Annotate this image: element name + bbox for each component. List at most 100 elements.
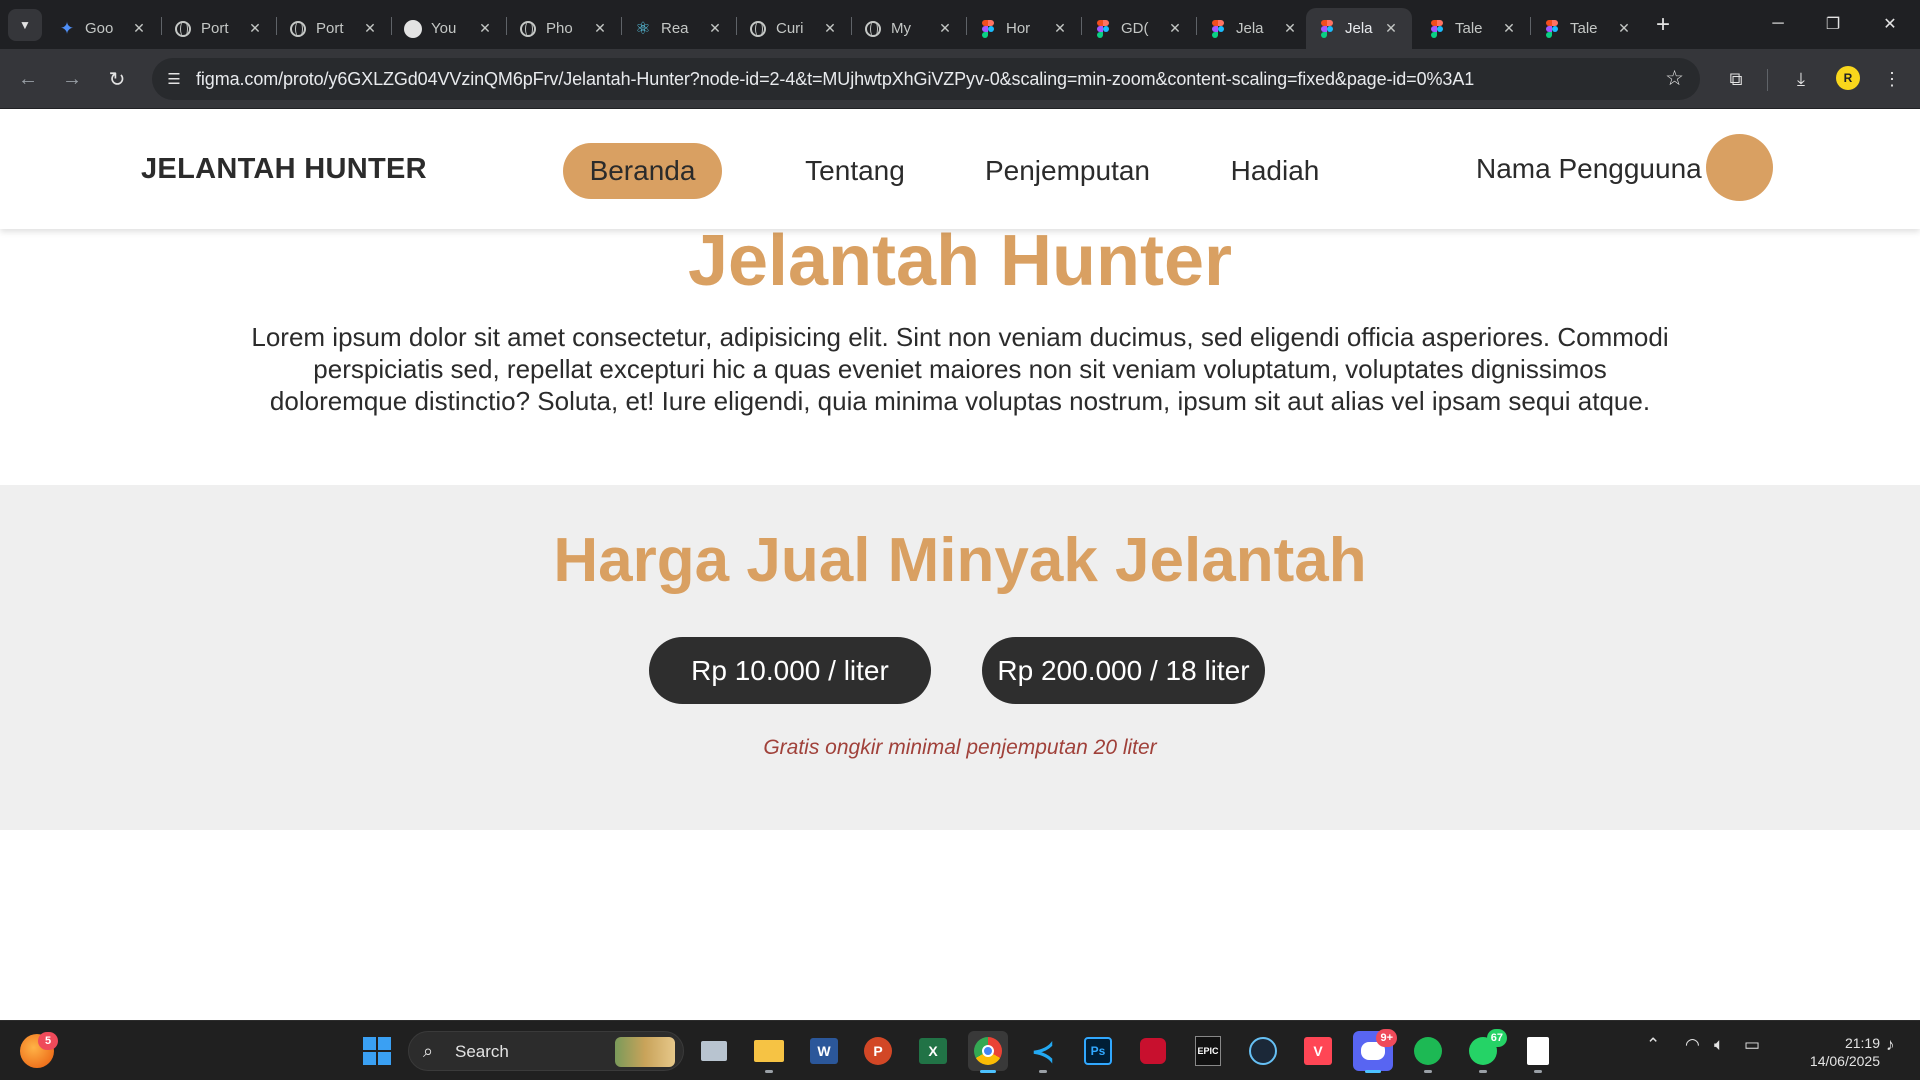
figma-icon	[1209, 19, 1227, 38]
taskbar-search[interactable]: ⌕ Search	[408, 1031, 684, 1071]
file-explorer-icon[interactable]	[749, 1031, 789, 1073]
browser-tab[interactable]: Jela ✕	[1197, 8, 1311, 49]
volume-icon[interactable]: 🔈︎	[1714, 1035, 1724, 1055]
close-icon[interactable]: ✕	[476, 20, 494, 37]
windows-taskbar: 5 ⌕ Search W P X ≺ Ps EPIC V 9+ 67 ⌃ ◠ 🔈…	[0, 1020, 1920, 1080]
vscode-icon[interactable]: ≺	[1023, 1031, 1063, 1073]
chrome-icon[interactable]	[968, 1031, 1008, 1073]
powerpoint-icon[interactable]: P	[858, 1031, 898, 1071]
close-icon[interactable]: ✕	[1166, 20, 1184, 37]
browser-tab[interactable]: ✦ Goo ✕	[46, 8, 160, 49]
forward-icon[interactable]: →	[56, 63, 88, 95]
firefox-icon[interactable]: 5	[20, 1032, 58, 1068]
back-icon[interactable]: ←	[12, 63, 44, 95]
spotify-icon[interactable]	[1408, 1031, 1448, 1073]
tab-label: Port	[201, 20, 229, 37]
discord-icon[interactable]: 9+	[1353, 1029, 1397, 1073]
browser-tab[interactable]: Curi ✕	[737, 8, 851, 49]
tab-label: Hor	[1006, 20, 1031, 37]
word-icon[interactable]: W	[804, 1031, 844, 1071]
notepad-icon[interactable]	[1518, 1031, 1558, 1073]
chevron-up-icon[interactable]: ⌃	[1646, 1035, 1660, 1055]
browser-tab[interactable]: Hor ✕	[967, 8, 1081, 49]
wifi-icon[interactable]: ◠	[1685, 1035, 1700, 1055]
close-icon[interactable]: ✕	[821, 20, 839, 37]
globe-icon	[174, 20, 192, 38]
browser-tab[interactable]: Tale ✕	[1416, 8, 1530, 49]
close-icon[interactable]: ✕	[130, 20, 148, 37]
site-info-icon[interactable]: ☰	[162, 67, 186, 91]
username[interactable]: Nama Pengguuna	[1476, 153, 1702, 185]
epic-games-icon[interactable]: EPIC	[1188, 1031, 1228, 1071]
restore-icon[interactable]: ❐	[1813, 8, 1853, 40]
bookmark-star-icon[interactable]: ☆	[1665, 66, 1684, 91]
price-per-18-liter-button[interactable]: Rp 200.000 / 18 liter	[982, 637, 1265, 704]
close-icon[interactable]: ✕	[1281, 20, 1299, 37]
window-close-icon[interactable]: ✕	[1870, 8, 1910, 40]
minimize-icon[interactable]: ─	[1758, 8, 1798, 40]
start-button[interactable]	[357, 1031, 397, 1071]
user-avatar[interactable]	[1706, 134, 1773, 201]
tab-label: Rea	[661, 20, 689, 37]
nav-tentang[interactable]: Tentang	[785, 143, 925, 199]
clock-date: 14/06/2025	[1809, 1053, 1880, 1069]
excel-icon[interactable]: X	[913, 1031, 953, 1071]
battery-icon[interactable]: ▭	[1744, 1035, 1760, 1055]
github-icon	[404, 19, 422, 38]
globe-icon	[864, 20, 882, 38]
profile-avatar[interactable]: R	[1836, 66, 1860, 90]
photoshop-icon[interactable]: Ps	[1078, 1031, 1118, 1071]
valorant-icon[interactable]: V	[1298, 1031, 1338, 1071]
nav-penjemputan[interactable]: Penjemputan	[975, 143, 1160, 199]
close-icon[interactable]: ✕	[706, 20, 724, 37]
extensions-icon[interactable]: ⧉	[1720, 63, 1752, 95]
browser-tab[interactable]: My ✕	[852, 8, 966, 49]
task-view-icon[interactable]	[694, 1031, 734, 1071]
close-icon[interactable]: ✕	[246, 20, 264, 37]
figma-icon	[1094, 19, 1112, 38]
globe-icon	[519, 20, 537, 38]
browser-tab[interactable]: Tale ✕	[1531, 8, 1645, 49]
brand-logo[interactable]: JELANTAH HUNTER	[141, 153, 427, 186]
tab-label: Port	[316, 20, 344, 37]
nav-beranda[interactable]: Beranda	[563, 143, 722, 199]
nav-hadiah[interactable]: Hadiah	[1205, 143, 1345, 199]
tab-label: Tale	[1570, 20, 1598, 37]
toolbar-divider	[1767, 69, 1768, 91]
close-icon[interactable]: ✕	[1615, 20, 1633, 37]
close-icon[interactable]: ✕	[591, 20, 609, 37]
browser-tab[interactable]: You ✕	[392, 8, 506, 49]
menu-kebab-icon[interactable]: ⋮	[1876, 63, 1908, 95]
browser-toolbar: ← → ↻ ☰ figma.com/proto/y6GXLZGd04VVzinQ…	[0, 49, 1920, 109]
tab-label: Tale	[1455, 20, 1483, 37]
browser-tab[interactable]: GD( ✕	[1082, 8, 1196, 49]
close-icon[interactable]: ✕	[1382, 20, 1400, 37]
whatsapp-icon[interactable]: 67	[1463, 1029, 1507, 1073]
url-text[interactable]: figma.com/proto/y6GXLZGd04VVzinQM6pFrv/J…	[196, 69, 1474, 90]
close-icon[interactable]: ✕	[361, 20, 379, 37]
new-tab-button[interactable]: +	[1650, 11, 1676, 38]
tab-search-button[interactable]: ▼	[8, 9, 42, 41]
download-icon[interactable]: ⤓	[1785, 63, 1817, 95]
price-per-liter-button[interactable]: Rp 10.000 / liter	[649, 637, 931, 704]
windows-icon	[363, 1037, 391, 1065]
tab-label: GD(	[1121, 20, 1149, 37]
address-bar[interactable]: ☰ figma.com/proto/y6GXLZGd04VVzinQM6pFrv…	[152, 58, 1700, 100]
browser-tab[interactable]: Port ✕	[277, 8, 391, 49]
notification-bell-icon[interactable]: ♪	[1886, 1035, 1895, 1055]
reload-icon[interactable]: ↻	[101, 63, 133, 95]
react-icon: ⚛	[635, 18, 651, 38]
system-clock[interactable]: 21:19 14/06/2025	[1780, 1034, 1880, 1070]
close-icon[interactable]: ✕	[1051, 20, 1069, 37]
notification-badge: 67	[1486, 1029, 1507, 1047]
browser-tab[interactable]: Port ✕	[162, 8, 276, 49]
close-icon[interactable]: ✕	[936, 20, 954, 37]
close-icon[interactable]: ✕	[1500, 20, 1518, 37]
red-app-icon[interactable]	[1133, 1031, 1173, 1071]
tab-label: Pho	[546, 20, 573, 37]
browser-tab-active[interactable]: Jela ✕	[1306, 8, 1412, 49]
browser-tab[interactable]: ⚛ Rea ✕	[622, 8, 736, 49]
browser-tab[interactable]: Pho ✕	[507, 8, 621, 49]
globe-icon	[749, 20, 767, 38]
steam-icon[interactable]	[1243, 1031, 1283, 1071]
